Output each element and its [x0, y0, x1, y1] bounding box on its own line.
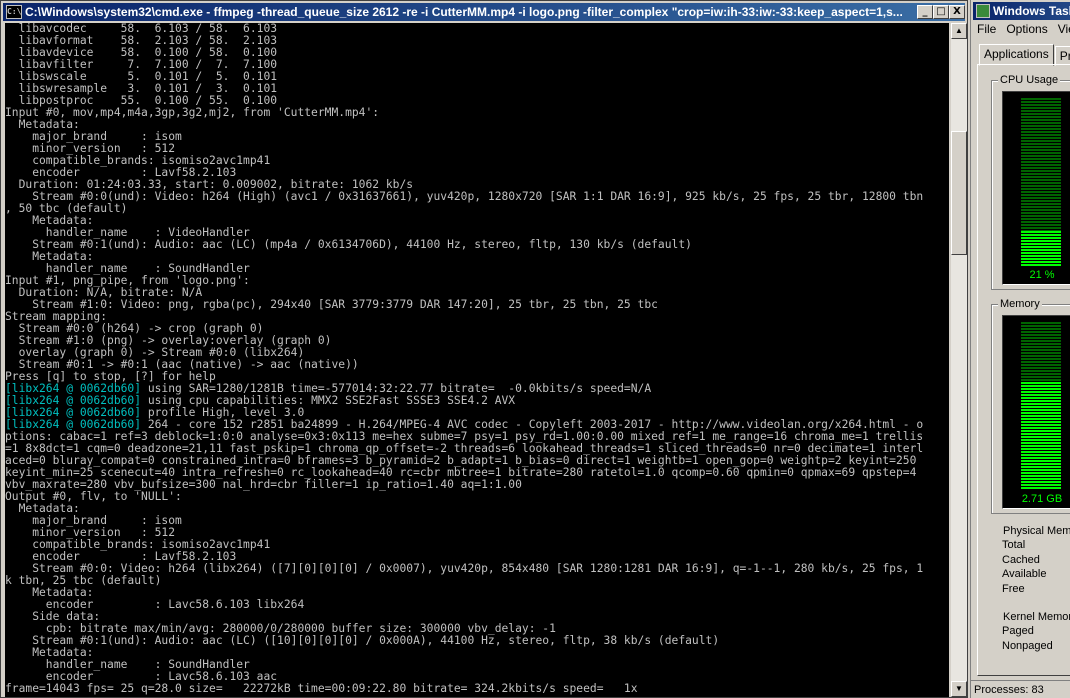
kernel-memory-rows: Paged Nonpaged — [994, 624, 1053, 653]
physical-total-label: Total — [1002, 539, 1026, 551]
tab-processes[interactable]: Pro — [1054, 46, 1070, 66]
terminal-line-text: Stream #0:0(und): Video: h264 (High) (av… — [5, 190, 924, 203]
taskmgr-tabs: ApplicationsPro — [979, 44, 1070, 66]
taskmgr-menu-bar: File Options View — [971, 20, 1070, 38]
terminal-line-text: frame=14043 fps= 25 q=28.0 size= 22272kB… — [5, 682, 638, 695]
memory-label: Memory — [998, 297, 1042, 311]
terminal-line: Input #0, mov,mp4,m4a,3gp,3g2,mj2, from … — [5, 107, 949, 119]
cpu-meter-fill — [1021, 230, 1061, 266]
terminal-line: Stream #0:1(und): Audio: aac (LC) (mp4a … — [5, 239, 949, 251]
cpu-usage-label: CPU Usage — [998, 73, 1061, 87]
cmd-window-title: C:\Windows\system32\cmd.exe - ffmpeg -th… — [25, 5, 903, 19]
tab-applications[interactable]: Applications — [979, 44, 1054, 66]
kernel-nonpaged-label: Nonpaged — [1002, 639, 1053, 652]
kernel-memory-group: Kernel Memory Paged Nonpaged — [994, 610, 1070, 660]
memory-usage-value: 2.71 GB — [1021, 493, 1063, 505]
kernel-memory-label: Kernel Memory — [1001, 610, 1070, 624]
menu-file[interactable]: File — [977, 22, 996, 36]
cmd-window: C:\ C:\Windows\system32\cmd.exe - ffmpeg… — [0, 0, 968, 698]
kernel-paged-label: Paged — [1002, 625, 1034, 637]
cmd-window-icon[interactable]: C:\ — [6, 5, 22, 19]
memory-meter-fill — [1021, 382, 1061, 490]
terminal-line: Output #0, flv, to 'NULL': — [5, 491, 949, 503]
cmd-title-bar[interactable]: C:\ C:\Windows\system32\cmd.exe - ffmpeg… — [3, 3, 965, 21]
terminal-line: Stream #0:0(und): Video: h264 (High) (av… — [5, 191, 949, 203]
terminal-line: Stream #0:1(und): Audio: aac (LC) ([10][… — [5, 635, 949, 647]
taskmgr-title: Windows Task — [993, 4, 1070, 18]
taskmgr-status-bar: Processes: 83 — [971, 680, 1070, 698]
cpu-usage-value: 21 % — [1029, 269, 1055, 281]
taskmgr-title-bar[interactable]: Windows Task — [973, 2, 1070, 20]
cpu-usage-group: CPU Usage 21 % — [991, 73, 1070, 290]
physical-memory-group: Physical Memo Total Cached Available Fre… — [994, 524, 1070, 602]
maximize-button[interactable]: □ — [933, 5, 949, 19]
taskmgr-app-icon[interactable] — [976, 4, 990, 18]
cpu-meter-bars — [1021, 98, 1061, 266]
memory-meter: 2.71 GB — [1002, 315, 1070, 509]
task-manager-window: Windows Task File Options View Application… — [970, 0, 1070, 698]
memory-meter-bars — [1021, 322, 1061, 490]
physical-available-label: Available — [1002, 568, 1047, 580]
terminal-line: k tbn, 25 tbc (default) — [5, 575, 949, 587]
menu-options[interactable]: Options — [1006, 22, 1047, 36]
cpu-usage-meter: 21 % — [1002, 91, 1070, 285]
physical-cached-label: Cached — [1002, 553, 1040, 566]
menu-view[interactable]: View — [1058, 22, 1070, 36]
terminal-line: frame=14043 fps= 25 q=28.0 size= 22272kB… — [5, 683, 949, 695]
terminal-line: , 50 tbc (default) — [5, 203, 949, 215]
terminal-output[interactable]: libavcodec 58. 6.103 / 58. 6.103 libavfo… — [5, 23, 949, 697]
close-button[interactable]: X — [949, 5, 965, 19]
terminal-line: encoder : Lavc58.6.103 libx264 — [5, 599, 949, 611]
scrollbar-thumb[interactable] — [951, 131, 967, 255]
terminal-line-text: Stream #0:1(und): Audio: aac (LC) (mp4a … — [5, 238, 692, 251]
vertical-scrollbar[interactable]: ▲ ▼ — [951, 23, 967, 697]
terminal-line: Stream #1:0: Video: png, rgba(pc), 294x4… — [5, 299, 949, 311]
terminal-line-text: Stream #0:1(und): Audio: aac (LC) ([10][… — [5, 634, 720, 647]
minimize-button[interactable]: _ — [917, 5, 933, 19]
physical-free-label: Free — [1002, 582, 1025, 595]
physical-memory-label: Physical Memo — [1001, 524, 1070, 538]
memory-group: Memory 2.71 GB — [991, 297, 1070, 514]
scroll-up-arrow-icon[interactable]: ▲ — [951, 23, 967, 39]
physical-memory-rows: Total Cached Available Free — [994, 538, 1046, 596]
scroll-down-arrow-icon[interactable]: ▼ — [951, 681, 967, 697]
